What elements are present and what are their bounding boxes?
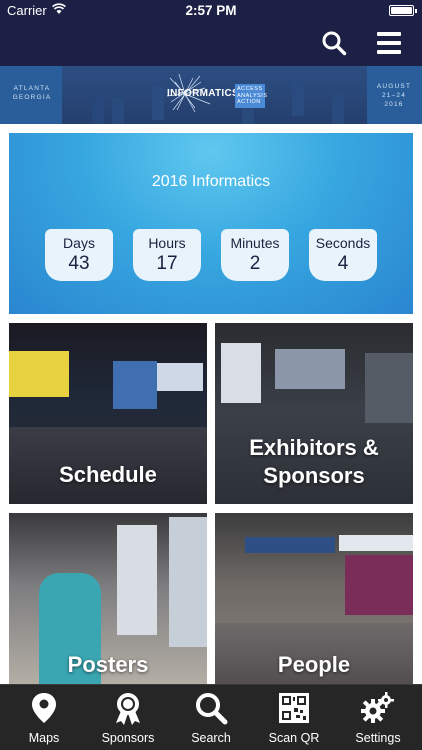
menu-icon[interactable]	[376, 30, 402, 56]
stage-backdrop	[113, 361, 157, 409]
dates-month: AUGUST	[376, 83, 412, 90]
tab-sponsors[interactable]: Sponsors	[86, 685, 170, 750]
exhibitors-sponsors-tile[interactable]: Exhibitors & Sponsors	[215, 323, 413, 504]
tab-scan-qr[interactable]: Scan QR	[252, 685, 336, 750]
status-time: 2:57 PM	[185, 3, 237, 18]
location-state: GEORGIA	[12, 94, 52, 101]
app-header: Carrier 2:57 PM	[0, 0, 422, 66]
tab-scan-qr-label: Scan QR	[268, 731, 320, 745]
status-bar: Carrier 2:57 PM	[0, 0, 422, 22]
tab-search[interactable]: Search	[169, 685, 253, 750]
countdown-minutes-value: 2	[249, 253, 261, 274]
tab-bar: Maps Sponsors Search Scan QR Settings	[0, 684, 422, 750]
booth-crowd	[365, 353, 413, 423]
registration-sign-2	[339, 535, 413, 551]
booth-sign	[221, 343, 261, 403]
schedule-label: Schedule	[59, 462, 157, 487]
tab-settings[interactable]: Settings	[336, 685, 420, 750]
tab-sponsors-label: Sponsors	[101, 731, 155, 745]
location-city: ATLANTA	[13, 85, 51, 92]
registration-sign-1	[245, 537, 335, 553]
countdown-panel: 2016 Informatics Days 43 Hours 17 Minute…	[9, 133, 413, 314]
countdown-days-value: 43	[68, 253, 90, 274]
exhibitors-label-line1: Exhibitors &	[249, 435, 379, 460]
banner-location: ATLANTA GEORGIA	[6, 84, 58, 102]
booth-wall	[275, 349, 345, 389]
poster-board-2	[169, 517, 207, 647]
registration-booth	[345, 555, 413, 615]
tab-search-label: Search	[191, 731, 231, 745]
gears-icon	[361, 692, 394, 723]
posters-tile[interactable]: Posters	[9, 513, 207, 694]
poster-board-1	[117, 525, 157, 635]
countdown-seconds-label: Seconds	[315, 235, 371, 251]
banner-dates: AUGUST 21–24 2016	[370, 82, 418, 109]
tab-settings-label: Settings	[355, 731, 401, 745]
countdown-days: Days 43	[45, 229, 113, 281]
map-pin-icon	[32, 693, 56, 723]
logo-tagline: ACCESS ANALYSIS ACTION	[235, 84, 267, 108]
countdown-minutes-label: Minutes	[230, 235, 280, 251]
stage-screen-left	[9, 351, 69, 397]
battery-icon	[389, 5, 417, 16]
tab-maps[interactable]: Maps	[2, 685, 86, 750]
search-icon[interactable]	[321, 30, 347, 56]
qr-code-icon	[279, 693, 309, 723]
logo-text: INFORMATICS	[167, 88, 239, 99]
countdown-seconds-value: 4	[337, 253, 349, 274]
tab-maps-label: Maps	[28, 731, 60, 745]
countdown-hours-label: Hours	[148, 235, 186, 251]
exhibitors-label-line2: Sponsors	[263, 463, 365, 488]
countdown-days-label: Days	[63, 235, 95, 251]
conference-banner: ATLANTA GEORGIA INFORMATICS ACCESS ANALY…	[0, 66, 422, 124]
countdown-hours-value: 17	[156, 253, 178, 274]
ribbon-icon	[116, 693, 140, 725]
search-icon	[196, 693, 228, 725]
countdown-title: 2016 Informatics	[151, 173, 271, 190]
tagline-access: ACCESS	[237, 86, 263, 92]
countdown-minutes: Minutes 2	[221, 229, 289, 281]
dates-days: 21–24	[381, 92, 407, 99]
people-tile[interactable]: People	[215, 513, 413, 694]
countdown-hours: Hours 17	[133, 229, 201, 281]
posters-label: Posters	[67, 652, 149, 677]
dates-year: 2016	[384, 101, 404, 108]
schedule-tile[interactable]: Schedule	[9, 323, 207, 504]
stage-screen-right	[157, 363, 203, 391]
countdown-seconds: Seconds 4	[309, 229, 377, 281]
people-label: People	[277, 652, 351, 677]
tagline-action: ACTION	[237, 99, 261, 105]
